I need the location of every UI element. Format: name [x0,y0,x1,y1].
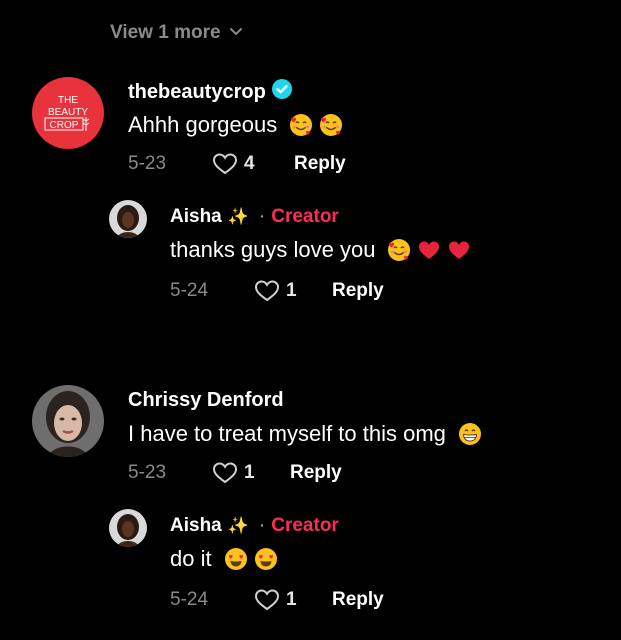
comment-username[interactable]: Chrissy Denford [128,389,284,412]
smiling-face-with-hearts-icon [387,238,411,262]
reply-button[interactable]: Reply [294,153,346,175]
heart-eyes-face-icon [224,547,248,571]
like-count: 1 [286,280,297,301]
grinning-face-icon [458,422,482,446]
heart-outline-icon [254,589,280,611]
heart-outline-icon [212,153,238,175]
avatar-thebeautycrop[interactable]: THE BEAUTY CROP [32,77,104,149]
like-count: 4 [244,153,255,174]
creator-badge: Creator [271,515,339,536]
like-button[interactable]: 4 [212,152,294,176]
smiling-face-with-hearts-icon [289,113,313,137]
comment-date: 5-23 [128,153,167,174]
svg-text:BEAUTY: BEAUTY [48,107,88,118]
comment-meta: 5-23 1 Reply [128,461,342,485]
verified-badge-icon [271,79,292,105]
sparkles-icon: ✨ [227,516,249,535]
reply-date: 5-24 [170,589,209,610]
reply-button[interactable]: Reply [332,280,384,302]
avatar-aisha[interactable] [109,200,147,238]
svg-text:CROP: CROP [50,120,79,131]
comment-date: 5-23 [128,462,167,483]
comment-username[interactable]: thebeautycrop [128,79,292,105]
reply-username[interactable]: Aisha ✨ · Creator [170,515,339,537]
avatar-chrissy-denford[interactable] [32,385,104,457]
reply-meta: 5-24 1 Reply [170,279,384,303]
creator-badge: Creator [271,206,339,227]
reply-button[interactable]: Reply [332,589,384,611]
reply-date: 5-24 [170,280,209,301]
red-heart-icon [417,238,441,262]
red-heart-icon [447,238,471,262]
avatar-aisha[interactable] [109,509,147,547]
like-button[interactable]: 1 [212,461,290,485]
like-button[interactable]: 1 [254,588,332,612]
comment-meta: 5-23 4 Reply [128,152,346,176]
heart-outline-icon [212,462,238,484]
heart-eyes-face-icon [254,547,278,571]
reply-username[interactable]: Aisha ✨ · Creator [170,206,339,228]
svg-text:THE: THE [58,95,78,106]
reply-meta: 5-24 1 Reply [170,588,384,612]
like-count: 1 [244,462,255,483]
reply-button[interactable]: Reply [290,462,342,484]
smiling-face-with-hearts-icon [319,113,343,137]
comment-text: I have to treat myself to this omg [128,421,482,447]
sparkles-icon: ✨ [227,207,249,226]
like-count: 1 [286,589,297,610]
heart-outline-icon [254,280,280,302]
like-button[interactable]: 1 [254,279,332,303]
reply-text: thanks guys love you [170,237,471,263]
comment-text: Ahhh gorgeous [128,112,343,138]
view-more-replies-button[interactable]: View 1 more [110,22,243,44]
chevron-down-icon [229,22,243,44]
reply-text: do it [170,546,278,572]
view-more-label: View 1 more [110,22,221,43]
